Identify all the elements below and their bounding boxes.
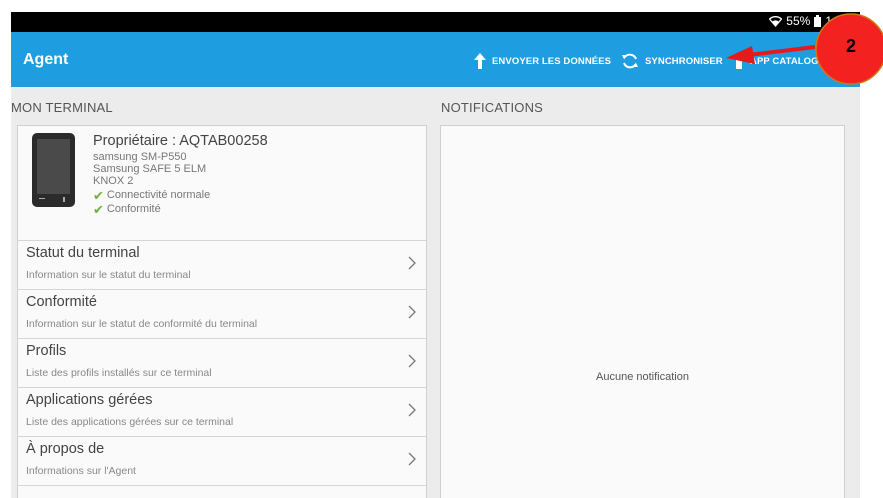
chevron-right-icon <box>408 403 416 422</box>
menu-item-title: À propos de <box>26 441 105 457</box>
check-icon: ✔ <box>93 202 104 217</box>
menu-item-subtitle: Information sur le statut du terminal <box>26 269 191 281</box>
terminal-panel: Propriétaire : AQTAB00258 samsung SM-P55… <box>17 125 427 498</box>
menu-item-profiles[interactable]: Profils Liste des profils installés sur … <box>18 338 426 387</box>
sync-icon <box>621 53 639 69</box>
menu-item-subtitle: Information sur le statut de conformité … <box>26 318 258 330</box>
menu-item-partial <box>18 485 426 498</box>
wifi-icon <box>769 15 783 27</box>
battery-icon <box>814 15 822 27</box>
app-header: Agent ENVOYER LES DONNÉES SYNCHRONISER A… <box>11 32 860 87</box>
menu-item-about[interactable]: À propos de Informations sur l'Agent <box>18 436 426 485</box>
app-catalog-label: APP CATALOG <box>750 55 819 67</box>
notifications-panel: Aucune notification <box>440 125 845 498</box>
app-catalog-button[interactable]: APP CATALOG <box>736 53 819 69</box>
menu-item-title: Profils <box>26 343 67 359</box>
empty-notifications-text: Aucune notification <box>596 371 689 383</box>
app-title: Agent <box>23 51 69 68</box>
chevron-right-icon <box>408 256 416 275</box>
device-owner: Propriétaire : AQTAB00258 <box>93 133 268 149</box>
status-bar: 55% 1 <box>11 12 860 32</box>
menu-item-title: Conformité <box>26 294 97 310</box>
clock: 1 <box>825 14 832 28</box>
device-safe: Samsung SAFE 5 ELM <box>93 163 207 175</box>
my-terminal-title: MON TERMINAL <box>11 100 113 115</box>
menu-item-terminal-status[interactable]: Statut du terminal Information sur le st… <box>18 240 426 289</box>
device-model: samsung SM-P550 <box>93 151 187 163</box>
menu-item-managed-apps[interactable]: Applications gérées Liste des applicatio… <box>18 387 426 436</box>
menu-item-subtitle: Liste des applications gérées sur ce ter… <box>26 416 234 428</box>
menu-item-title: Applications gérées <box>26 392 153 408</box>
menu-item-title: Statut du terminal <box>26 245 140 261</box>
sync-button[interactable]: SYNCHRONISER <box>621 53 723 69</box>
chevron-right-icon <box>408 452 416 471</box>
chevron-right-icon <box>408 305 416 324</box>
upload-arrow-icon <box>474 53 486 69</box>
compliance-label: Conformité <box>106 203 161 215</box>
menu-item-subtitle: Informations sur l'Agent <box>26 465 136 477</box>
device-card: Propriétaire : AQTAB00258 samsung SM-P55… <box>18 126 426 240</box>
menu-item-compliance[interactable]: Conformité Information sur le statut de … <box>18 289 426 338</box>
device-screen: 55% 1 Agent ENVOYER LES DONNÉES SYNCHRON… <box>11 12 860 498</box>
annotation-number: 2 <box>845 36 856 56</box>
notifications-title: NOTIFICATIONS <box>441 100 544 115</box>
tablet-image <box>32 133 75 207</box>
device-knox: KNOX 2 <box>93 175 134 187</box>
device-info: Propriétaire : AQTAB00258 samsung SM-P55… <box>93 133 268 218</box>
catalog-icon <box>736 53 744 69</box>
menu-item-subtitle: Liste des profils installés sur ce termi… <box>26 367 212 379</box>
send-data-label: ENVOYER LES DONNÉES <box>492 55 612 67</box>
chevron-right-icon <box>408 354 416 373</box>
battery-percent: 55% <box>786 14 811 28</box>
sync-label: SYNCHRONISER <box>645 55 723 67</box>
send-data-button[interactable]: ENVOYER LES DONNÉES <box>474 53 611 69</box>
